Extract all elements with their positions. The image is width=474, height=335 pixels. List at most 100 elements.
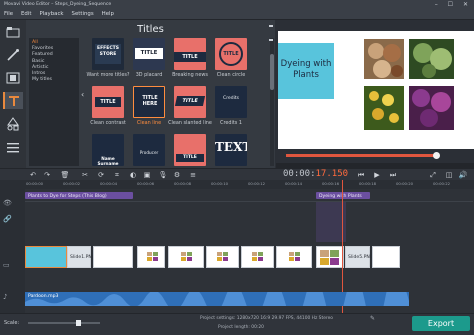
thumb-text: TITLE — [176, 154, 204, 162]
video-clip[interactable] — [276, 246, 312, 268]
window-title-bar: Movavi Video Editor – Steps_Dyeing_Seque… — [0, 0, 474, 9]
menu-edit[interactable]: Edit — [17, 9, 35, 20]
edit-settings-pencil-icon[interactable]: ✎ — [370, 315, 375, 322]
equalizer-icon[interactable]: ≡ — [188, 170, 198, 180]
title-thumb-producer[interactable]: Producer — [133, 134, 165, 166]
thumb-text: TITLE HERE — [142, 95, 158, 107]
timeline-ruler[interactable]: 00:00:00 00:00:02 00:00:04 00:00:06 00:0… — [0, 180, 474, 189]
video-clip[interactable] — [316, 246, 344, 268]
preview-title-text: Dyeing with Plants — [280, 59, 332, 80]
title-thumb-credits-1[interactable]: Credits — [215, 86, 247, 118]
stickers-button[interactable] — [3, 115, 23, 132]
export-button[interactable]: Export — [412, 316, 470, 331]
video-clip[interactable] — [25, 246, 67, 268]
preview-handle-icon[interactable] — [268, 24, 274, 46]
window-controls[interactable]: – ☐ ✕ — [435, 0, 472, 9]
magic-wand-icon — [7, 48, 19, 61]
transitions-button[interactable] — [3, 69, 23, 86]
tile-label: 3D placard — [135, 72, 163, 78]
ruler-tick: 00:00:22 — [433, 181, 451, 186]
preview-photo-1 — [364, 39, 404, 79]
audio-clip-label: Pardoon.mp3 — [28, 294, 59, 299]
color-adjust-icon[interactable]: ◐ — [128, 170, 138, 180]
playback-scrubber-handle[interactable] — [433, 152, 440, 159]
video-clip[interactable] — [93, 246, 133, 268]
panel-scrollbar[interactable] — [270, 38, 274, 166]
title-thumb-lines[interactable]: TITLE — [174, 134, 206, 166]
previous-frame-icon[interactable]: ⏮ — [356, 170, 366, 180]
video-clip-slide5[interactable]: Slide5.PNG — [345, 246, 373, 268]
title-thumb-name-surname[interactable]: Name Surname — [92, 134, 124, 166]
title-clip-1[interactable]: Plants to Dye for Steps (This Blog) — [25, 192, 133, 199]
timecode-accent: 17.150 — [315, 169, 349, 179]
category-list: All Favorites Featured Basic Artistic In… — [29, 38, 79, 166]
menu-settings[interactable]: Settings — [68, 9, 98, 20]
video-clip[interactable] — [206, 246, 239, 268]
crop-icon[interactable]: ⌗ — [112, 170, 122, 180]
title-thumb-clean-line[interactable]: TITLE HERE — [133, 86, 165, 118]
scrollbar-thumb[interactable] — [270, 54, 274, 90]
redo-icon[interactable]: ↷ — [42, 170, 52, 180]
microphone-icon[interactable]: 🎙 — [158, 170, 168, 180]
thumb-text: Name Surname — [97, 156, 119, 166]
video-clip[interactable] — [372, 246, 400, 268]
title-thumb-clean-circle[interactable]: TITLE — [215, 38, 247, 70]
preview-canvas[interactable]: Dyeing with Plants — [278, 31, 474, 149]
fullscreen-icon[interactable]: ⤢ — [428, 170, 438, 180]
ruler-tick: 00:00:06 — [137, 181, 155, 186]
volume-icon[interactable]: 🔊 — [458, 170, 468, 180]
category-item[interactable]: My titles — [32, 77, 76, 83]
video-clip[interactable] — [137, 246, 165, 268]
scale-label: Scale: — [4, 320, 20, 326]
import-folder-button[interactable] — [3, 23, 23, 40]
cut-icon[interactable]: ✂ — [80, 170, 90, 180]
play-icon[interactable]: ▶ — [372, 170, 382, 180]
eye-icon[interactable]: 👁 — [3, 199, 12, 207]
audio-track-icon: ♪ — [3, 293, 8, 301]
titles-button[interactable] — [3, 92, 23, 109]
title-thumb-clean-slanted-line[interactable]: TITLE — [174, 86, 206, 118]
preview-photo-2 — [409, 39, 454, 79]
next-frame-icon[interactable]: ⏭ — [388, 170, 398, 180]
gear-icon[interactable]: ⚙ — [172, 170, 182, 180]
video-clip-slide1[interactable]: Slide1.PNG — [67, 246, 95, 268]
delete-icon[interactable]: 🗑 — [60, 170, 70, 180]
thumb-text: TITLE — [174, 96, 206, 106]
menu-file[interactable]: File — [0, 9, 17, 20]
more-tools-button[interactable] — [3, 138, 23, 155]
ruler-tick: 00:00:00 — [26, 181, 44, 186]
ruler-tick: 00:00:14 — [285, 181, 303, 186]
link-icon[interactable]: 🔗 — [3, 215, 12, 223]
video-clip[interactable] — [241, 246, 274, 268]
thumb-text: TITLE — [219, 42, 243, 66]
title-clip-1-label: Plants to Dye for Steps (This Blog) — [28, 194, 107, 199]
playback-progress-track[interactable] — [286, 152, 440, 159]
menu-help[interactable]: Help — [98, 9, 118, 20]
undo-icon[interactable]: ↶ — [28, 170, 38, 180]
thumb-text: EFFECTS STORE — [95, 44, 121, 64]
tile-label-selected: Clean line — [136, 120, 162, 126]
title-thumb-effects-store[interactable]: EFFECTS STORE — [92, 38, 124, 70]
title-thumb-breaking-news[interactable]: TITLE — [174, 38, 206, 70]
filters-button[interactable] — [3, 46, 23, 63]
preview-photo-3 — [364, 86, 404, 130]
timecode-display: 00:00:17.150 — [283, 169, 348, 179]
tile-label: Breaking news — [172, 72, 208, 78]
tile-label: Clean slanted line — [168, 120, 212, 126]
ruler-tick: 00:00:18 — [359, 181, 377, 186]
scale-slider-handle[interactable] — [76, 320, 81, 326]
scale-slider[interactable] — [28, 320, 100, 326]
title-clip-2[interactable]: Dyeing with Plants — [316, 192, 370, 199]
video-clip[interactable] — [168, 246, 204, 268]
ruler-tick: 00:00:04 — [100, 181, 118, 186]
title-thumb-3d-placard[interactable]: TITLE — [133, 38, 165, 70]
image-icon[interactable]: ▣ — [142, 170, 152, 180]
title-clip-2-label: Dyeing with Plants — [319, 194, 362, 199]
menu-playback[interactable]: Playback — [35, 9, 67, 20]
audio-clip[interactable]: Pardoon.mp3 — [25, 292, 409, 306]
rotate-icon[interactable]: ⟳ — [96, 170, 106, 180]
title-thumb-text[interactable]: TEXT — [215, 134, 247, 166]
collapse-list-chevron-icon[interactable]: ‹ — [81, 90, 84, 99]
title-thumb-clean-contrast[interactable]: TITLE — [92, 86, 124, 118]
snapshot-icon[interactable]: ◫ — [444, 170, 454, 180]
